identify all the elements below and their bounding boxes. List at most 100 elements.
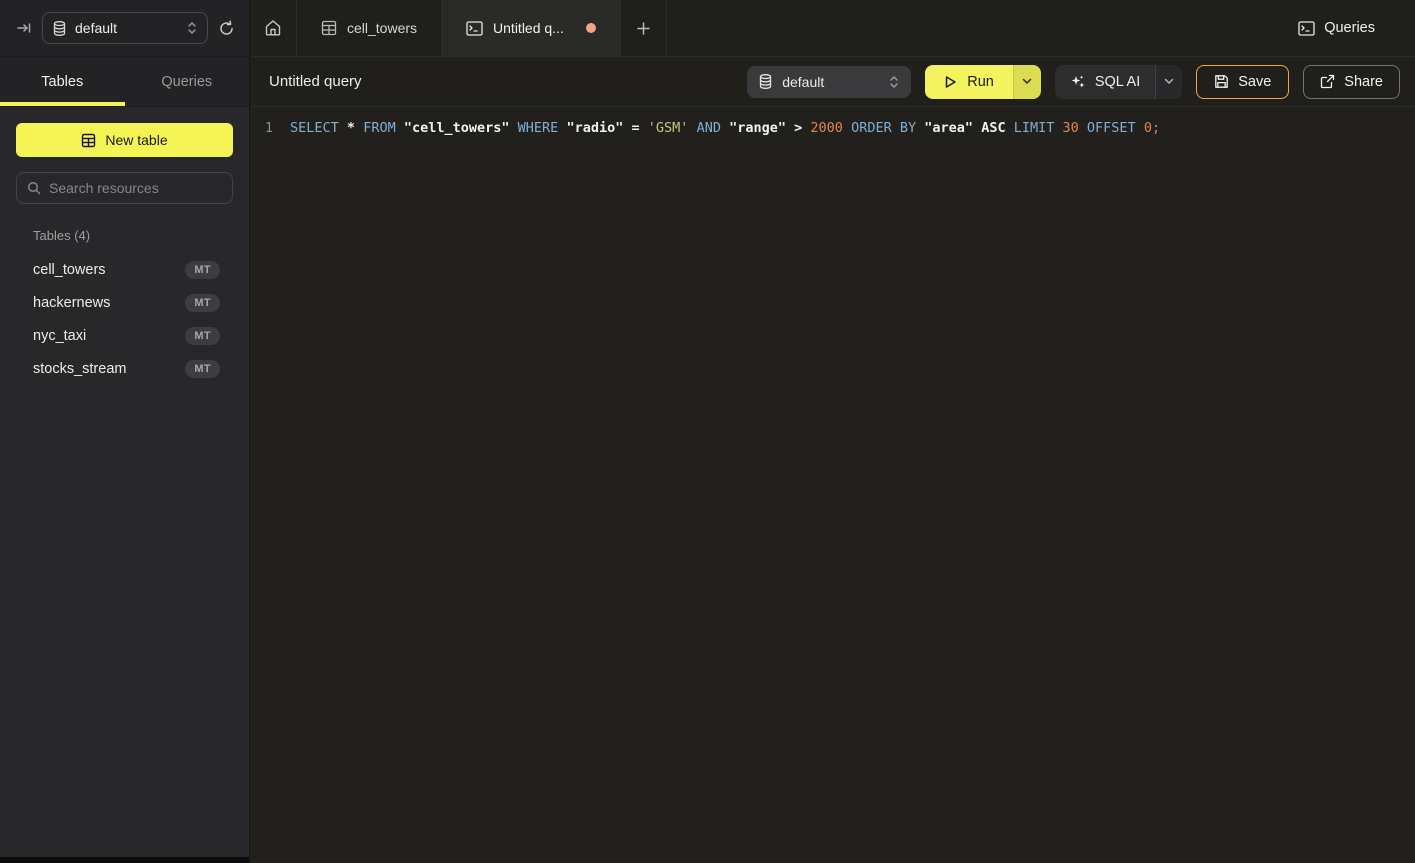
sidebar-tab-queries[interactable]: Queries <box>125 57 250 106</box>
app-window: default Tables Queries <box>0 0 1415 863</box>
sql-token: BY <box>900 120 916 136</box>
sql-token: SELECT <box>290 120 339 136</box>
table-engine-badge: MT <box>185 327 220 345</box>
tab-bar: cell_towers Untitled q... <box>250 0 1415 57</box>
home-tab-button[interactable] <box>250 0 297 56</box>
sql-token: > <box>794 120 802 136</box>
search-resources-input[interactable] <box>49 180 230 196</box>
save-button[interactable]: Save <box>1196 65 1289 99</box>
tab-cell-towers[interactable]: cell_towers <box>297 0 442 56</box>
run-button-label: Run <box>967 74 994 90</box>
sparkles-icon <box>1070 74 1086 90</box>
sql-token: 0; <box>1144 120 1160 136</box>
sidebar-tabs: Tables Queries <box>0 57 249 107</box>
toolbar-database-select[interactable]: default <box>747 66 911 98</box>
search-box <box>16 172 233 204</box>
sql-token: LIMIT <box>1014 120 1055 136</box>
sql-token: ASC <box>981 120 1005 136</box>
toolbar-actions: default Run <box>747 65 1400 99</box>
database-icon <box>759 74 772 89</box>
database-icon <box>53 21 66 36</box>
tab-untitled-query[interactable]: Untitled q... <box>442 0 621 56</box>
query-icon <box>466 21 483 36</box>
sql-ai-button-label: SQL AI <box>1095 74 1140 90</box>
sql-token: OFFSET <box>1087 120 1136 136</box>
refresh-button[interactable] <box>218 20 235 37</box>
sql-token: 2000 <box>810 120 843 136</box>
share-icon <box>1320 74 1335 89</box>
sql-token: "area" <box>924 120 973 136</box>
table-icon <box>81 133 96 148</box>
sql-token: = <box>632 120 640 136</box>
sql-token: "range" <box>729 120 786 136</box>
sql-token: WHERE <box>518 120 559 136</box>
tables-list: cell_towers MT hackernews MT nyc_taxi MT… <box>16 253 233 385</box>
plus-icon <box>636 21 651 36</box>
run-options-button[interactable] <box>1013 65 1041 99</box>
query-icon <box>1298 21 1315 36</box>
table-row-stocks-stream[interactable]: stocks_stream MT <box>16 352 233 385</box>
chevron-down-icon <box>1022 78 1032 85</box>
queries-button[interactable]: Queries <box>1278 0 1415 56</box>
sidebar-database-select[interactable]: default <box>42 12 208 44</box>
queries-button-label: Queries <box>1324 20 1375 36</box>
sql-token: ORDER <box>851 120 892 136</box>
unsaved-changes-dot <box>586 23 596 33</box>
run-split-button: Run <box>925 65 1041 99</box>
chevron-up-down-icon <box>187 21 197 35</box>
table-engine-badge: MT <box>185 261 220 279</box>
sql-ai-split-button: SQL AI <box>1055 65 1182 99</box>
sidebar-header: default <box>0 0 249 57</box>
share-button[interactable]: Share <box>1303 65 1400 99</box>
sql-token: 'GSM' <box>648 120 689 136</box>
query-toolbar: Untitled query default <box>250 57 1415 107</box>
code-line-content: SELECT * FROM "cell_towers" WHERE "radio… <box>290 120 1160 136</box>
tab-label: Untitled q... <box>493 20 564 36</box>
new-table-button-label: New table <box>105 132 167 148</box>
table-row-hackernews[interactable]: hackernews MT <box>16 286 233 319</box>
table-name: cell_towers <box>33 262 106 278</box>
collapse-sidebar-button[interactable] <box>16 20 32 36</box>
refresh-icon <box>218 20 235 37</box>
save-button-label: Save <box>1238 74 1271 90</box>
share-button-label: Share <box>1344 74 1383 90</box>
sql-editor[interactable]: 1 SELECT * FROM "cell_towers" WHERE "rad… <box>250 107 1415 863</box>
sql-token: "radio" <box>566 120 623 136</box>
table-row-nyc-taxi[interactable]: nyc_taxi MT <box>16 319 233 352</box>
tabbar-spacer <box>667 0 1278 56</box>
sql-token: 30 <box>1063 120 1079 136</box>
new-tab-button[interactable] <box>621 0 667 56</box>
table-name: hackernews <box>33 295 110 311</box>
collapse-sidebar-icon <box>16 20 32 36</box>
code-line: 1 SELECT * FROM "cell_towers" WHERE "rad… <box>250 118 1415 138</box>
chevron-up-down-icon <box>889 75 899 89</box>
sidebar-tab-tables[interactable]: Tables <box>0 57 125 106</box>
chevron-down-icon <box>1164 78 1174 85</box>
sql-ai-button[interactable]: SQL AI <box>1055 65 1155 99</box>
sql-token: * <box>347 120 355 136</box>
sql-ai-options-button[interactable] <box>1155 65 1182 99</box>
run-button[interactable]: Run <box>925 65 1013 99</box>
toolbar-database-select-value: default <box>782 74 824 90</box>
new-table-button[interactable]: New table <box>16 123 233 157</box>
sql-token: FROM <box>363 120 396 136</box>
sidebar-footer <box>0 857 249 863</box>
query-title: Untitled query <box>269 73 362 90</box>
table-engine-badge: MT <box>185 294 220 312</box>
table-name: stocks_stream <box>33 361 126 377</box>
table-name: nyc_taxi <box>33 328 86 344</box>
line-number: 1 <box>250 120 273 136</box>
table-engine-badge: MT <box>185 360 220 378</box>
sql-token: "cell_towers" <box>404 120 510 136</box>
sidebar-database-select-value: default <box>75 20 117 36</box>
main-area: cell_towers Untitled q... <box>250 0 1415 863</box>
tab-label: cell_towers <box>347 20 417 36</box>
sql-token: AND <box>697 120 721 136</box>
sidebar: default Tables Queries <box>0 0 250 863</box>
table-row-cell-towers[interactable]: cell_towers MT <box>16 253 233 286</box>
search-icon <box>27 181 41 195</box>
play-icon <box>944 75 957 89</box>
sidebar-body: New table Tables (4) cell_towers MT hack… <box>0 107 249 857</box>
save-icon <box>1214 74 1229 89</box>
table-icon <box>321 20 337 36</box>
